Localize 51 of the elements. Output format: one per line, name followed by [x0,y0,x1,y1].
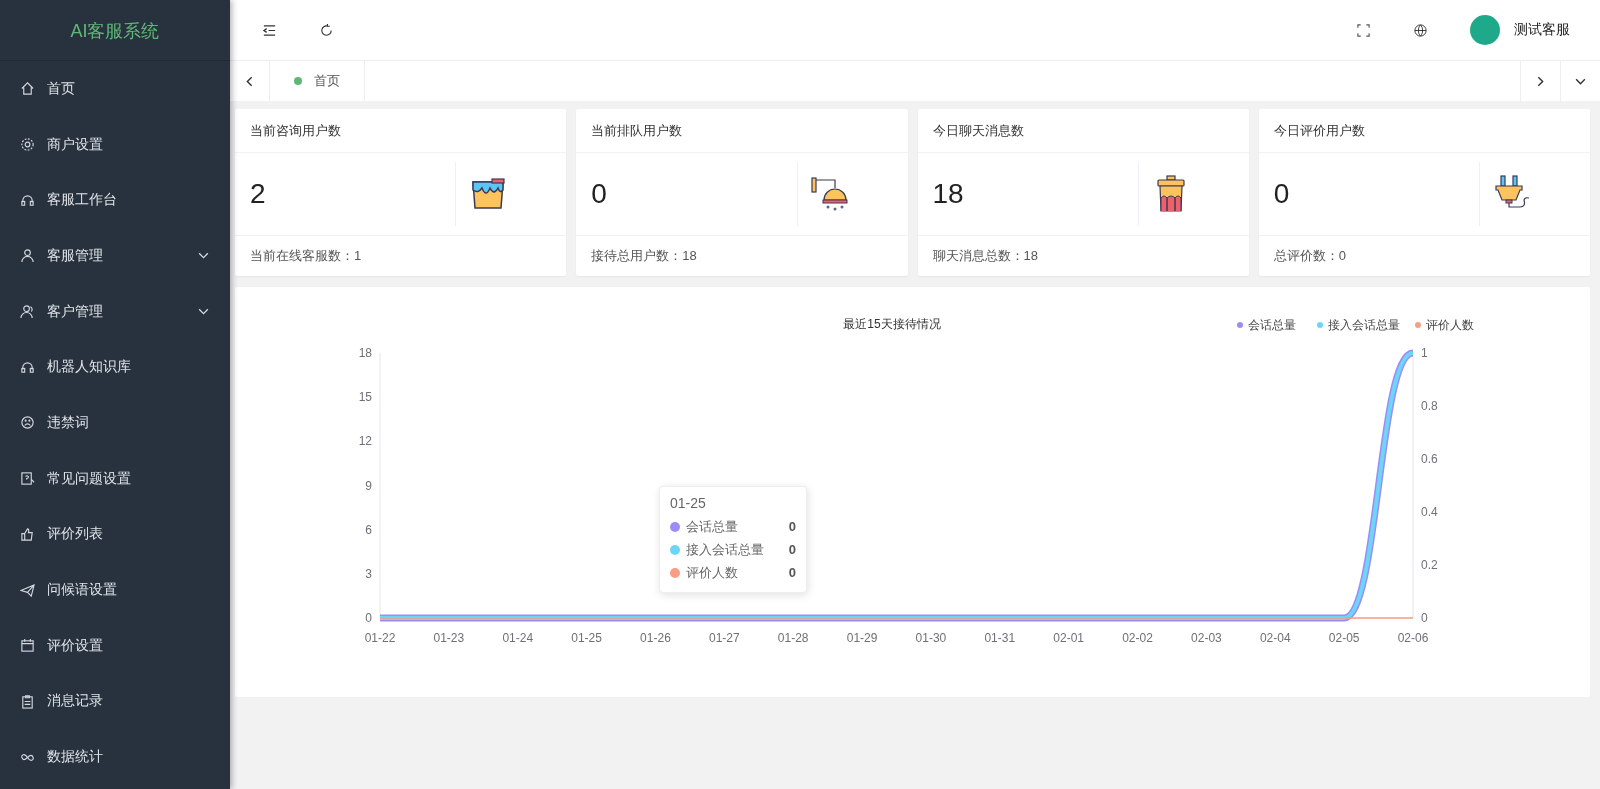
x-tick-label: 02-01 [1053,631,1084,645]
x-tick-label: 01-24 [502,631,534,645]
x-tick-label: 02-02 [1122,631,1153,645]
chart-title: 最近15天接待情况 [843,317,941,331]
legend-label: 会话总量 [1248,318,1296,332]
tooltip-series-name: 评价人数 [686,563,739,582]
y-tick-label: 18 [358,346,372,360]
y-tick-label: 12 [358,434,372,449]
x-tick-label: 01-29 [846,631,878,645]
y-tick-label: 0.2 [1421,558,1438,572]
tooltip-title: 01-25 [670,495,707,511]
y-tick-label: 0.8 [1421,399,1438,413]
card-title: 今日聊天消息数 [917,109,1249,153]
card-footer-text: 聊天消息总数：18 [931,247,1039,265]
x-tick-label: 02-04 [1259,631,1291,645]
stat-value: 2 [249,178,267,210]
tooltip-series-name: 会话总量 [686,517,739,536]
x-tick-label: 02-06 [1397,631,1429,645]
y-tick-label: 15 [358,390,372,405]
x-tick-label: 02-03 [1191,631,1222,645]
legend-label: 评价人数 [1426,318,1474,332]
y-tick-label: 0 [1421,611,1428,625]
x-tick-label: 01-26 [640,631,671,645]
y-tick-label: 1 [1421,346,1428,360]
x-tick-label: 01-31 [984,631,1016,645]
y-tick-label: 9 [365,478,372,493]
card-title: 当前咨询用户数 [235,109,567,153]
stat-value: 0 [590,178,608,210]
y-tick-label: 0 [365,611,372,625]
stat-value: 18 [931,178,965,210]
stat-value: 0 [1272,178,1291,210]
y-tick-label: 0.6 [1421,452,1438,466]
tooltip-value: 0 [788,519,796,534]
x-tick-label: 01-22 [364,631,396,645]
x-tick-label: 01-28 [777,631,809,645]
tooltip-value: 0 [788,542,796,557]
tooltip-value: 0 [788,565,796,580]
tooltip-series-name: 接入会话总量 [686,540,765,559]
x-tick-label: 01-27 [709,631,740,645]
card-title: 当前排队用户数 [576,109,908,153]
card-title: 今日评价用户数 [1258,109,1590,153]
x-tick-label: 02-05 [1328,631,1360,645]
card-footer-text: 总评价数：0 [1272,247,1347,265]
y-tick-label: 0.4 [1421,505,1438,519]
x-tick-label: 01-25 [571,631,602,645]
card-footer-text: 接待总用户数：18 [590,247,698,265]
card-footer-text: 当前在线客服数：1 [249,247,363,265]
x-tick-label: 01-30 [915,631,947,645]
y-tick-label: 3 [365,566,372,581]
x-tick-label: 01-23 [433,631,465,645]
y-tick-label: 6 [365,522,372,537]
